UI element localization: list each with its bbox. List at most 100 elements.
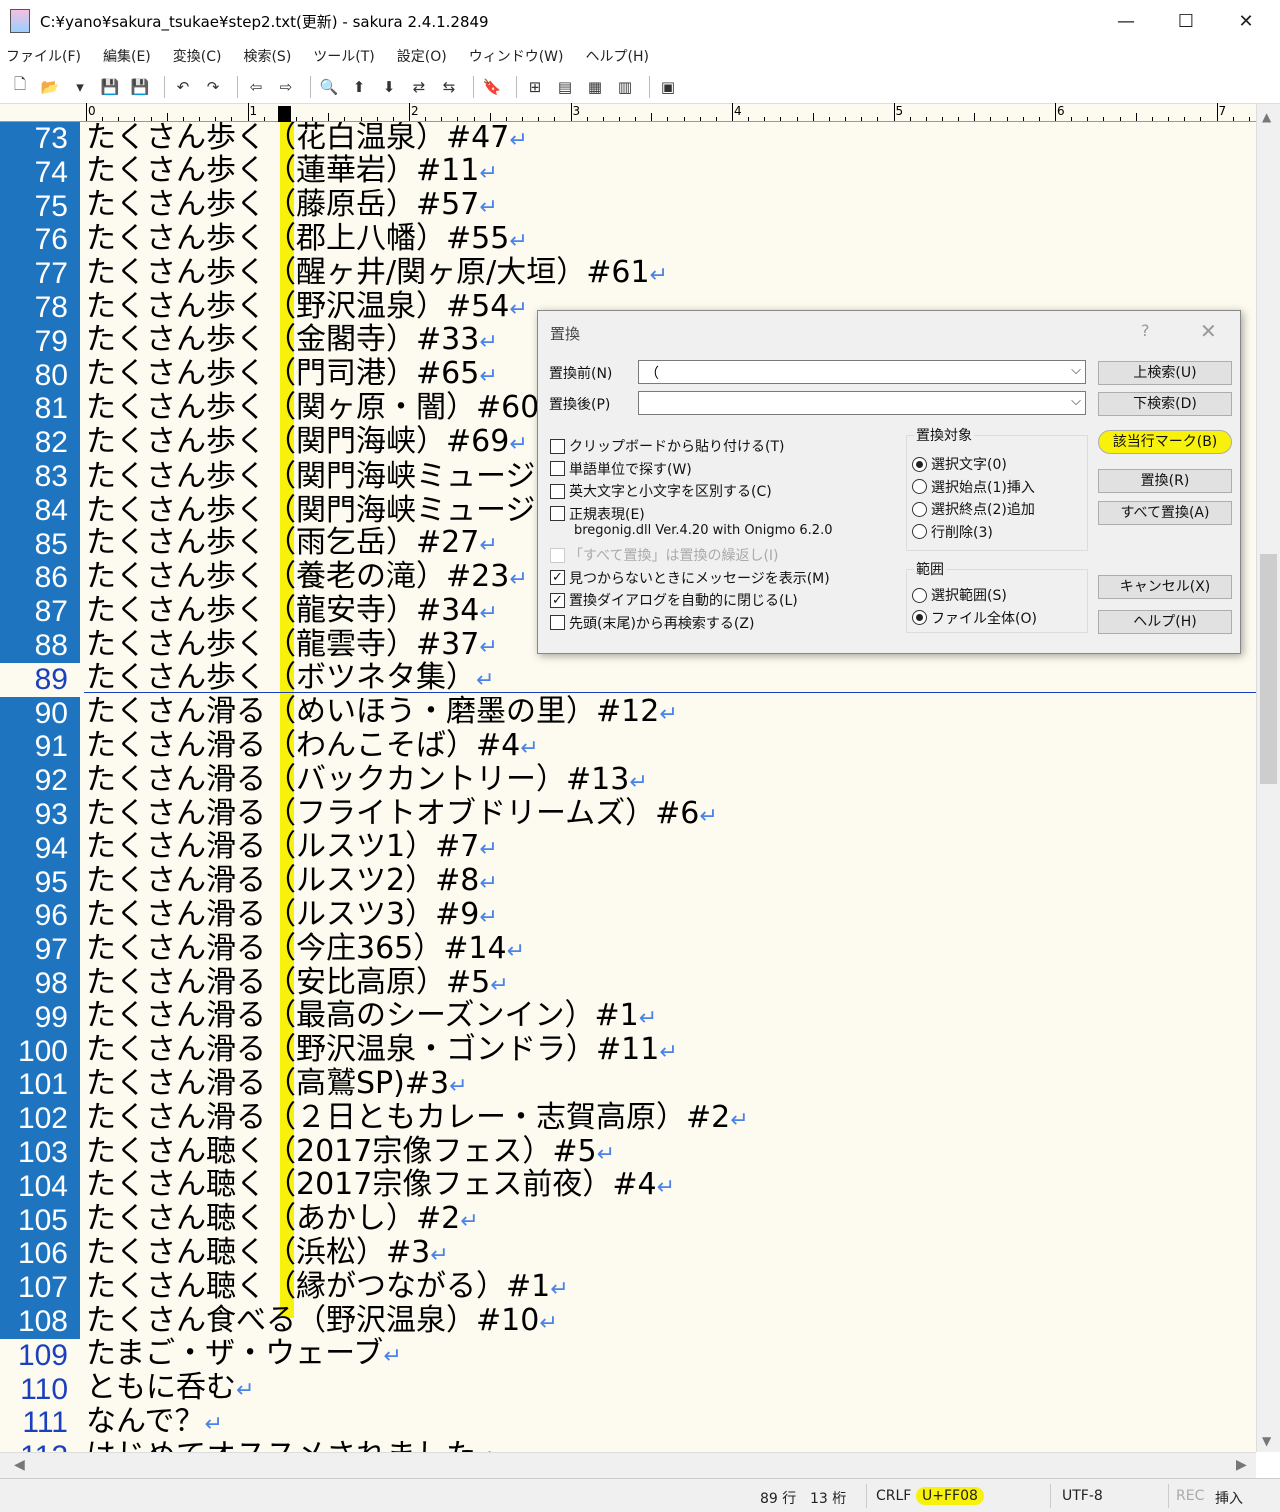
line-number[interactable]: 98 — [0, 967, 80, 1001]
editor-line[interactable]: 75 たくさん歩く（藤原岳）#57↵ — [0, 188, 1256, 224]
radio-option[interactable]: 選択終点(2)追加 — [912, 499, 1035, 519]
option-checkbox[interactable]: 単語単位で探す(W) — [550, 459, 692, 479]
line-number[interactable]: 85 — [0, 527, 80, 562]
option-checkbox[interactable]: クリップボードから貼り付ける(T) — [550, 436, 784, 456]
scroll-up-icon[interactable]: ▲ — [1262, 110, 1271, 124]
checkbox-box[interactable] — [550, 461, 565, 476]
search-up-button[interactable]: 上検索(U) — [1098, 361, 1232, 385]
grep-icon[interactable]: ⊞ — [523, 75, 547, 99]
line-number[interactable]: 89 — [0, 663, 80, 697]
line-number[interactable]: 86 — [0, 561, 80, 596]
line-number[interactable]: 81 — [0, 392, 80, 427]
line-number[interactable]: 91 — [0, 730, 80, 765]
checkbox-box[interactable] — [550, 615, 565, 630]
radio-dot[interactable] — [912, 479, 927, 494]
line-number[interactable]: 100 — [0, 1034, 80, 1069]
line-number[interactable]: 107 — [0, 1271, 80, 1305]
line-number[interactable]: 110 — [0, 1373, 80, 1407]
option-checkbox[interactable]: 先頭(末尾)から再検索する(Z) — [550, 613, 754, 633]
line-number[interactable]: 112 — [0, 1440, 80, 1452]
editor-line[interactable]: 102 たくさん滑る（２日ともカレー・志賀高原）#2↵ — [0, 1100, 1256, 1136]
jump-back-icon[interactable]: ⇦ — [244, 75, 268, 99]
editor-line[interactable]: 110 ともに呑む↵ — [0, 1371, 1256, 1407]
editor-line[interactable]: 77 たくさん歩く（醒ヶ井/関ヶ原/大垣）#61↵ — [0, 255, 1256, 291]
line-number[interactable]: 96 — [0, 899, 80, 934]
editor-line[interactable]: 76 たくさん歩く（郡上八幡）#55↵ — [0, 221, 1256, 258]
save-all-icon[interactable]: 💾 — [128, 75, 152, 99]
line-number[interactable]: 109 — [0, 1339, 80, 1373]
undo-icon[interactable]: ↶ — [171, 75, 195, 99]
option-checkbox[interactable]: 正規表現(E) — [550, 504, 645, 524]
line-number[interactable]: 103 — [0, 1136, 80, 1170]
radio-dot[interactable] — [912, 524, 927, 539]
vertical-scroll-thumb[interactable] — [1260, 554, 1277, 784]
help-button[interactable]: ヘルプ(H) — [1098, 610, 1232, 634]
search-icon[interactable]: 🔍 — [317, 75, 341, 99]
radio-option[interactable]: 選択範囲(S) — [912, 585, 1007, 605]
ruler[interactable]: 0 1 2 3 4 5 6 7 — [86, 103, 1256, 122]
editor-line[interactable]: 96 たくさん滑る（ルスツ3）#9↵ — [0, 897, 1256, 934]
bookmark-icon[interactable]: 🔖 — [480, 75, 504, 99]
editor-line[interactable]: 92 たくさん滑る（バックカントリー）#13↵ — [0, 762, 1256, 798]
maximize-button[interactable]: ☐ — [1156, 0, 1216, 42]
line-number[interactable]: 106 — [0, 1237, 80, 1272]
replace-all-button[interactable]: すべて置換(A) — [1098, 501, 1232, 525]
line-number[interactable]: 102 — [0, 1102, 80, 1136]
checkbox-box[interactable] — [550, 506, 565, 521]
replace-dropdown-icon[interactable]: ⌵ — [1071, 394, 1081, 409]
radio-dot[interactable] — [912, 587, 927, 603]
radio-option[interactable]: ファイル全体(O) — [912, 608, 1037, 628]
line-number[interactable]: 88 — [0, 629, 80, 663]
redo-icon[interactable]: ↷ — [201, 75, 225, 99]
editor-line[interactable]: 107 たくさん聴く（縁がつながる）#1↵ — [0, 1269, 1256, 1305]
save-icon[interactable]: 💾 — [98, 75, 122, 99]
minimize-button[interactable]: — — [1096, 0, 1156, 42]
line-number[interactable]: 80 — [0, 358, 80, 393]
close-button[interactable]: ✕ — [1216, 0, 1276, 42]
editor-line[interactable]: 99 たくさん滑る（最高のシーズンイン）#1↵ — [0, 999, 1256, 1035]
compare-icon[interactable]: ▦ — [583, 75, 607, 99]
editor-line[interactable]: 74 たくさん歩く（蓮華岩）#11↵ — [0, 154, 1256, 190]
editor-line[interactable]: 104 たくさん聴く（2017宗像フェス前夜）#4↵ — [0, 1168, 1256, 1204]
line-number[interactable]: 101 — [0, 1068, 80, 1103]
checkbox-box[interactable]: ✓ — [550, 570, 565, 585]
scroll-right-icon[interactable]: ▶ — [1236, 1457, 1247, 1473]
new-file-icon[interactable]: 🗋 — [8, 75, 32, 99]
settings-icon[interactable]: ▥ — [613, 75, 637, 99]
line-number[interactable]: 94 — [0, 831, 80, 866]
vertical-scrollbar[interactable]: ▲ ▼ — [1256, 104, 1280, 1452]
find-input[interactable]: （ ⌵ — [638, 360, 1086, 384]
line-number[interactable]: 93 — [0, 798, 80, 832]
menu-file[interactable]: ファイル(F) — [6, 46, 81, 66]
line-number[interactable]: 79 — [0, 324, 80, 359]
editor-line[interactable]: 103 たくさん聴く（2017宗像フェス）#5↵ — [0, 1134, 1256, 1170]
radio-dot[interactable] — [912, 456, 927, 472]
radio-dot[interactable] — [912, 610, 927, 625]
line-number[interactable]: 78 — [0, 291, 80, 325]
line-number[interactable]: 87 — [0, 595, 80, 629]
editor-line[interactable]: 93 たくさん滑る（フライトオブドリームズ）#6↵ — [0, 796, 1256, 832]
editor-line[interactable]: 100 たくさん滑る（野沢温泉・ゴンドラ）#11↵ — [0, 1033, 1256, 1069]
search-next-icon[interactable]: ⬇ — [377, 75, 401, 99]
window-list-icon[interactable]: ▣ — [656, 75, 680, 99]
checkbox-box[interactable] — [550, 483, 565, 499]
editor-line[interactable]: 98 たくさん滑る（安比高原）#5↵ — [0, 965, 1256, 1001]
line-number[interactable]: 75 — [0, 189, 80, 224]
editor-line[interactable]: 106 たくさん聴く（浜松）#3↵ — [0, 1235, 1256, 1272]
replace-input[interactable]: ⌵ — [638, 391, 1086, 415]
editor-line[interactable]: 73 たくさん歩く（花白温泉）#47↵ — [0, 122, 1256, 156]
line-number[interactable]: 82 — [0, 426, 80, 460]
line-number[interactable]: 73 — [0, 122, 80, 156]
editor-line[interactable]: 101 たくさん滑る（高鷲SP)#3↵ — [0, 1066, 1256, 1103]
menu-tools[interactable]: ツール(T) — [313, 46, 374, 66]
line-number[interactable]: 84 — [0, 493, 80, 528]
jump-forward-icon[interactable]: ⇨ — [274, 75, 298, 99]
checkbox-box[interactable] — [550, 547, 565, 563]
menu-search[interactable]: 検索(S) — [243, 46, 291, 66]
menu-window[interactable]: ウィンドウ(W) — [469, 46, 564, 66]
line-number[interactable]: 99 — [0, 1000, 80, 1035]
editor-line[interactable]: 97 たくさん滑る（今庄365）#14↵ — [0, 931, 1256, 967]
radio-option[interactable]: 選択文字(0) — [912, 454, 1007, 474]
editor-line[interactable]: 89 たくさん歩く（ボツネタ集）↵ — [0, 661, 1256, 697]
menu-help[interactable]: ヘルプ(H) — [586, 46, 649, 66]
